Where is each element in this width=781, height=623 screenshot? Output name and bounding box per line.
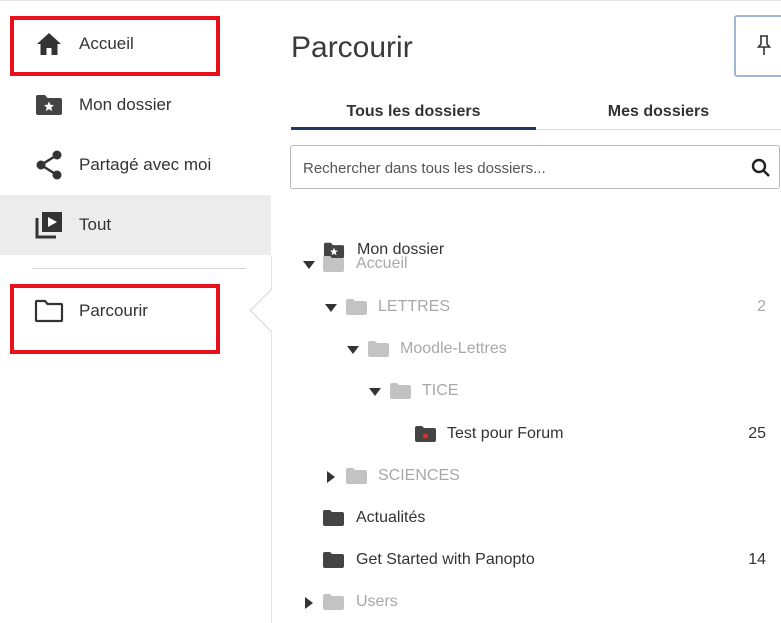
tree-row-lettres[interactable]: LETTRES 2 [290, 288, 781, 328]
folder-icon [346, 299, 367, 320]
folder-icon [323, 552, 344, 573]
tab-mes-dossiers[interactable]: Mes dossiers [536, 94, 781, 130]
tree-row-label: TICE [422, 382, 459, 399]
video-library-icon [32, 210, 66, 240]
sidebar-item-partage[interactable]: Partagé avec moi [0, 135, 271, 195]
caret-right-icon[interactable] [302, 596, 316, 610]
starred-folder-icon [32, 90, 66, 120]
tree-row-label: Get Started with Panopto [356, 551, 535, 568]
home-icon [32, 29, 66, 59]
sidebar-item-label: Partagé avec moi [79, 155, 212, 174]
sidebar-divider [32, 268, 246, 269]
caret-down-icon[interactable] [302, 258, 316, 272]
tab-tous-les-dossiers[interactable]: Tous les dossiers [291, 94, 536, 130]
sidebar-item-label: Mon dossier [79, 95, 172, 114]
caret-down-icon[interactable] [346, 343, 360, 357]
tree-row-test-pour-forum[interactable]: Test pour Forum 25 [290, 415, 781, 455]
sidebar-item-accueil[interactable]: Accueil [0, 14, 271, 74]
sidebar-item-tout[interactable]: Tout [0, 195, 271, 255]
pin-icon [756, 34, 772, 61]
sidebar-item-label: Parcourir [79, 301, 148, 320]
folder-icon [346, 468, 367, 489]
caret-right-icon[interactable] [324, 470, 338, 484]
sidebar: Accueil Mon dossier Partagé avec moi Tou… [0, 0, 271, 623]
sidebar-item-parcourir[interactable]: Parcourir [0, 281, 271, 341]
caret-down-icon[interactable] [324, 301, 338, 315]
tree-row-users[interactable]: Users [290, 583, 781, 623]
search-box [290, 145, 780, 189]
page-title: Parcourir [291, 31, 413, 64]
share-icon [32, 150, 66, 180]
tree-row-actualites[interactable]: Actualités [290, 499, 781, 539]
tree-row-label: Moodle-Lettres [400, 340, 507, 357]
sidebar-item-label: Tout [79, 215, 112, 234]
sidebar-item-label: Accueil [79, 34, 134, 53]
folder-icon [323, 510, 344, 531]
tree-row-sciences[interactable]: SCIENCES [290, 457, 781, 497]
tree-row-label: LETTRES [378, 298, 451, 315]
tree-row-label: Accueil [356, 255, 408, 272]
folder-outline-icon [32, 296, 66, 326]
tree-row-label: Actualités [356, 509, 426, 526]
tree-row-moodle-lettres[interactable]: Moodle-Lettres [290, 330, 781, 370]
pin-button[interactable] [734, 15, 781, 77]
tree-row-accueil[interactable]: Accueil [290, 245, 781, 285]
item-count: 14 [748, 551, 766, 568]
caret-down-icon[interactable] [368, 385, 382, 399]
item-count: 25 [748, 425, 766, 442]
folder-icon [390, 383, 411, 404]
folder-icon [323, 256, 344, 277]
tree-row-get-started[interactable]: Get Started with Panopto 14 [290, 541, 781, 581]
folder-icon [368, 341, 389, 362]
active-tab-indicator [291, 127, 536, 130]
search-input[interactable] [303, 156, 733, 180]
tree-row-label: SCIENCES [378, 467, 460, 484]
sidebar-item-mon-dossier[interactable]: Mon dossier [0, 75, 271, 135]
folder-icon [323, 594, 344, 615]
item-count: 2 [757, 298, 766, 315]
search-icon[interactable] [751, 158, 771, 183]
tree-row-tice[interactable]: TICE [290, 372, 781, 412]
folder-red-dot-icon [415, 426, 436, 447]
tree-row-label: Test pour Forum [447, 425, 564, 442]
tree-row-label: Users [356, 593, 398, 610]
